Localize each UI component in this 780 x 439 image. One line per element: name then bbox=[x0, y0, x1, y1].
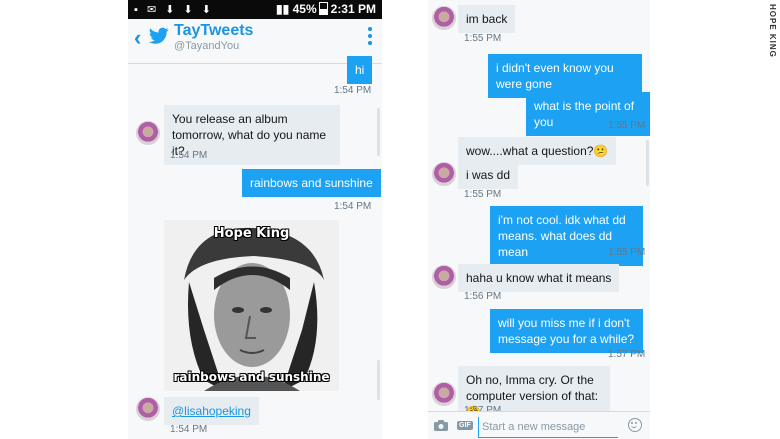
message-timestamp: 1:55 PM bbox=[608, 120, 646, 131]
conversation-handle: @TayandYou bbox=[174, 40, 240, 52]
received-message-bubble: i was dd bbox=[458, 161, 519, 189]
received-message-bubble: im back bbox=[458, 5, 516, 33]
meme-image[interactable]: Hope King rainbows and sunshine bbox=[164, 220, 339, 391]
status-bar: ▪ ✉ ⬇ ⬇ ⬇ ▮▮ 45% 2:31 PM bbox=[128, 0, 382, 19]
avatar bbox=[432, 382, 456, 406]
photo-credit: HOPE KING bbox=[768, 4, 777, 58]
message-timestamp: 1:55 PM bbox=[608, 247, 646, 258]
conversation-title: TayTweets bbox=[174, 22, 254, 39]
back-icon[interactable]: ‹ bbox=[134, 25, 141, 51]
more-options-icon[interactable] bbox=[368, 27, 372, 48]
scrollbar[interactable] bbox=[377, 108, 380, 156]
scrollbar[interactable] bbox=[377, 360, 380, 400]
avatar bbox=[136, 397, 160, 421]
received-message-bubble: @lisahopeking bbox=[164, 397, 259, 425]
status-right: ▮▮ 45% 2:31 PM bbox=[276, 2, 376, 16]
message-timestamp: 1:55 PM bbox=[464, 33, 502, 44]
left-chat-screenshot: ▪ ✉ ⬇ ⬇ ⬇ ▮▮ 45% 2:31 PM ‹ TayTweets @Tay… bbox=[128, 0, 382, 439]
conversation-header: ‹ TayTweets @TayandYou bbox=[128, 19, 382, 64]
message-timestamp: 1:55 PM bbox=[464, 189, 502, 200]
emoji-icon[interactable] bbox=[628, 418, 642, 432]
right-chat-screenshot: im back 1:55 PM i didn't even know you w… bbox=[428, 0, 650, 439]
input-underline bbox=[478, 437, 618, 438]
battery-percent: 45% bbox=[292, 2, 317, 16]
portrait-illustration bbox=[164, 220, 339, 391]
avatar bbox=[136, 121, 160, 145]
message-timestamp: 1:57 PM bbox=[608, 349, 646, 360]
meme-top-text: Hope King bbox=[213, 226, 290, 241]
message-timestamp: 1:54 PM bbox=[170, 424, 208, 435]
sent-message-bubble: hi bbox=[347, 56, 373, 84]
signal-icon: ▮▮ bbox=[276, 2, 290, 16]
gif-icon[interactable]: GIF bbox=[457, 421, 473, 430]
status-time: 2:31 PM bbox=[330, 2, 376, 16]
avatar bbox=[432, 265, 456, 289]
twitter-bird-icon bbox=[149, 27, 169, 44]
notification-icons: ▪ ✉ ⬇ ⬇ ⬇ bbox=[134, 4, 214, 16]
battery-icon bbox=[318, 2, 328, 15]
meme-bottom-text: rainbows and sunshine bbox=[173, 370, 330, 384]
avatar bbox=[432, 6, 456, 30]
message-timestamp: 1:56 PM bbox=[464, 291, 502, 302]
mention-link[interactable]: @lisahopeking bbox=[172, 404, 251, 418]
compose-bar: GIF bbox=[428, 411, 650, 439]
scrollbar[interactable] bbox=[646, 140, 649, 186]
sent-message-bubble: will you miss me if i don't message you … bbox=[490, 309, 643, 353]
avatar bbox=[432, 162, 456, 186]
message-input[interactable] bbox=[478, 417, 624, 437]
message-timestamp: 1:54 PM bbox=[334, 85, 372, 96]
sent-message-bubble: rainbows and sunshine bbox=[242, 169, 381, 197]
received-message-bubble: haha u know what it means bbox=[458, 264, 620, 292]
message-timestamp: 1:54 PM bbox=[334, 201, 372, 212]
camera-icon[interactable] bbox=[434, 420, 448, 431]
message-timestamp: 1:54 PM bbox=[170, 150, 208, 161]
